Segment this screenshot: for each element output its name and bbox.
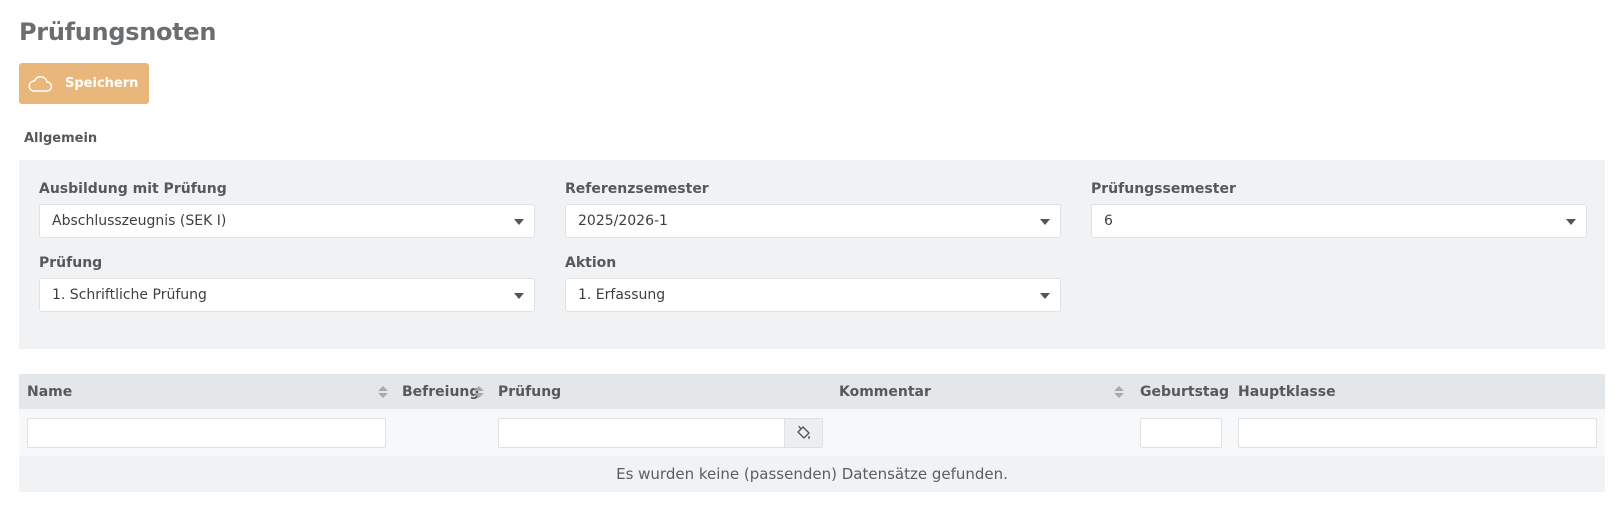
chevron-down-icon (1566, 219, 1576, 225)
pruefungssemester-label: Prüfungssemester (1091, 181, 1236, 197)
save-button-label: Speichern (65, 76, 139, 91)
paint-bucket-icon (795, 424, 813, 442)
save-button[interactable]: Speichern (19, 63, 149, 104)
column-header-pruefung: Prüfung (498, 384, 562, 400)
ausbildung-select[interactable]: Abschlusszeugnis (SEK I) (39, 204, 535, 238)
ausbildung-select-value: Abschlusszeugnis (SEK I) (52, 213, 227, 229)
fill-all-button[interactable] (784, 418, 823, 448)
empty-table-message: Es wurden keine (passenden) Datensätze g… (19, 456, 1605, 492)
chevron-down-icon (1040, 219, 1050, 225)
table-header: Name Befreiung Prüfung Kommentar Geburts… (19, 374, 1605, 409)
sort-icon[interactable] (378, 386, 388, 399)
chevron-down-icon (1040, 293, 1050, 299)
aktion-label: Aktion (565, 255, 617, 271)
referenzsemester-label: Referenzsemester (565, 181, 709, 197)
aktion-select[interactable]: 1. Erfassung (565, 278, 1061, 312)
column-header-geburtstag: Geburtstag (1140, 384, 1230, 400)
referenzsemester-select-value: 2025/2026-1 (578, 213, 668, 229)
pruefungssemester-select-value: 6 (1104, 213, 1113, 229)
cloud-icon (27, 75, 53, 93)
hauptklasse-filter-input[interactable] (1238, 418, 1597, 448)
referenzsemester-select[interactable]: 2025/2026-1 (565, 204, 1061, 238)
geburtstag-filter-input[interactable] (1140, 418, 1222, 448)
aktion-select-value: 1. Erfassung (578, 287, 666, 303)
pruefung-select[interactable]: 1. Schriftliche Prüfung (39, 278, 535, 312)
chevron-down-icon (514, 293, 524, 299)
pruefung-select-value: 1. Schriftliche Prüfung (52, 287, 207, 303)
table-filter-row (19, 409, 1605, 456)
sort-icon[interactable] (1114, 386, 1124, 399)
section-label-allgemein: Allgemein (24, 131, 98, 146)
sort-icon[interactable] (474, 386, 484, 399)
page-title: Prüfungsnoten (19, 18, 217, 46)
name-filter-input[interactable] (27, 418, 386, 448)
pruefung-filter-input[interactable] (498, 418, 785, 448)
ausbildung-label: Ausbildung mit Prüfung (39, 181, 227, 197)
column-header-hauptklasse: Hauptklasse (1238, 384, 1336, 400)
column-header-kommentar[interactable]: Kommentar (839, 384, 931, 400)
pruefung-label: Prüfung (39, 255, 103, 271)
column-header-name[interactable]: Name (27, 384, 72, 400)
column-header-befreiung[interactable]: Befreiung (402, 384, 479, 400)
chevron-down-icon (514, 219, 524, 225)
filter-panel: Ausbildung mit Prüfung Abschlusszeugnis … (19, 160, 1605, 349)
pruefungssemester-select[interactable]: 6 (1091, 204, 1587, 238)
